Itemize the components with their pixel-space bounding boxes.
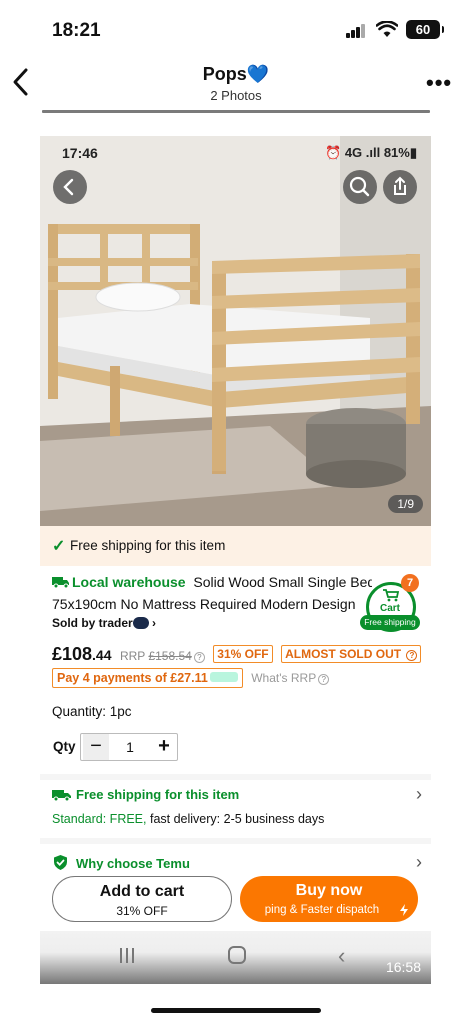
stock-info-icon[interactable]: ? [406,650,418,661]
chevron-right-icon: › [416,852,422,872]
shipping-info-title: Free shipping for this item [76,787,240,802]
seller-label: Sold by trader [52,616,133,630]
battery-icon: 60 [406,20,444,39]
payment-row: Pay 4 payments of £27.11 What's RRP? [52,668,330,688]
android-clock: 16:58 [385,959,421,975]
rrp-value: £158.54 [148,649,192,663]
stock-text: ALMOST SOLD OUT [285,647,402,661]
truck-icon [52,577,69,589]
price-row: £108.44 RRP £158.54? 31% OFF ALMOST SOLD… [52,644,428,668]
buy-now-button[interactable]: Buy now ping & Faster dispatch [240,876,418,922]
cart-count-badge: 7 [401,574,419,592]
ios-status-bar: 18:21 60 [0,0,472,56]
installments-text: Pay 4 payments of £27.11 [57,671,208,685]
add-to-cart-discount: 31% OFF [116,904,168,918]
home-indicator[interactable] [151,1008,321,1013]
inner-status-icons: ⏰ 4G .ıll 81%▮ [325,145,417,160]
installments-badge[interactable]: Pay 4 payments of £27.11 [52,668,243,688]
section-divider [40,774,431,780]
product-title-line1[interactable]: Local warehouse Solid Wood Small Single … [52,574,372,594]
decrease-quantity-button[interactable]: − [83,734,109,760]
wifi-icon [376,21,398,37]
qty-label: Qty [53,739,76,754]
inner-status-time: 17:46 [62,145,98,161]
header-divider [42,110,430,113]
whats-rrp-link[interactable]: What's RRP [251,671,316,685]
back-nav-icon[interactable]: ‹ [338,943,345,969]
rrp-price: RRP £158.54 [120,649,192,663]
checkmark-icon: ✓ [52,538,66,555]
android-nav-bar: ‹ 16:58 [40,931,431,984]
cellular-signal-icon [346,24,366,38]
chevron-right-icon: › [152,616,157,630]
product-title-line2[interactable]: 75x190cm No Mattress Required Modern Des… [52,596,362,612]
cart-icon [383,589,400,602]
chevron-left-icon [63,178,74,196]
section-divider [40,838,431,844]
cart-free-shipping-tag: Free shipping [360,615,420,630]
info-icon[interactable]: ? [193,652,205,663]
home-icon[interactable] [228,946,246,964]
cart-label: Cart [379,603,400,614]
seller-link[interactable]: Sold by trader › [52,616,156,630]
stock-badge: ALMOST SOLD OUT ? [281,645,422,663]
price-main: £108 [52,644,93,664]
rrp-info-icon[interactable]: ? [318,674,330,685]
increase-quantity-button[interactable]: + [151,734,177,760]
chevron-right-icon: › [416,784,422,804]
local-warehouse-label: Local warehouse [72,574,186,590]
share-icon [394,176,406,195]
shared-screenshot: 17:46 ⏰ 4G .ıll 81%▮ 1/9 ✓ Free shipping… [40,136,431,984]
buy-now-label: Buy now [295,882,363,899]
discount-badge: 31% OFF [213,645,273,663]
shipping-info-row[interactable]: Free shipping for this item › [52,784,422,806]
price-decimal: .44 [92,647,112,663]
more-options-icon[interactable]: ••• [426,72,452,94]
contact-name: Pops💙 [202,64,270,84]
image-counter: 1/9 [388,495,423,513]
quantity-stepper[interactable]: − 1 + [80,733,178,761]
lightning-icon [400,904,408,916]
quantity-description: Quantity: 1pc [52,704,132,719]
delivery-time-text: fast delivery: 2-5 business days [146,812,325,826]
quantity-value: 1 [126,739,134,755]
add-to-cart-button[interactable]: Add to cart 31% OFF [52,876,232,922]
product-title-text: Solid Wood Small Single Bed Frame [193,574,372,590]
image-back-button[interactable] [53,170,87,204]
buy-now-subtext: ping & Faster dispatch [264,904,380,916]
purchase-bar: Add to cart 31% OFF Buy now ping & Faste… [40,871,431,931]
product-image[interactable]: 17:46 ⏰ 4G .ıll 81%▮ 1/9 [40,136,431,526]
search-icon [349,176,370,197]
delivery-estimate: Standard: FREE, fast delivery: 2-5 busin… [52,812,324,826]
chat-header: Pops💙 2 Photos ••• [0,56,472,112]
clearpay-logo [209,672,238,682]
add-to-cart-label: Add to cart [99,883,185,900]
shield-check-icon [54,855,67,870]
why-choose-title: Why choose Temu [76,856,190,871]
truck-icon [52,790,71,802]
free-shipping-banner-text: Free shipping for this item [70,538,226,553]
free-shipping-banner: ✓ Free shipping for this item [40,526,431,566]
standard-free-label: Standard: FREE, [52,812,147,826]
image-search-button[interactable] [343,170,377,204]
recent-apps-icon[interactable] [120,948,136,964]
photo-count: 2 Photos [210,88,262,103]
rrp-label: RRP [119,649,146,663]
ios-clock: 18:21 [52,20,101,41]
image-share-button[interactable] [383,170,417,204]
seller-logo [132,617,149,629]
